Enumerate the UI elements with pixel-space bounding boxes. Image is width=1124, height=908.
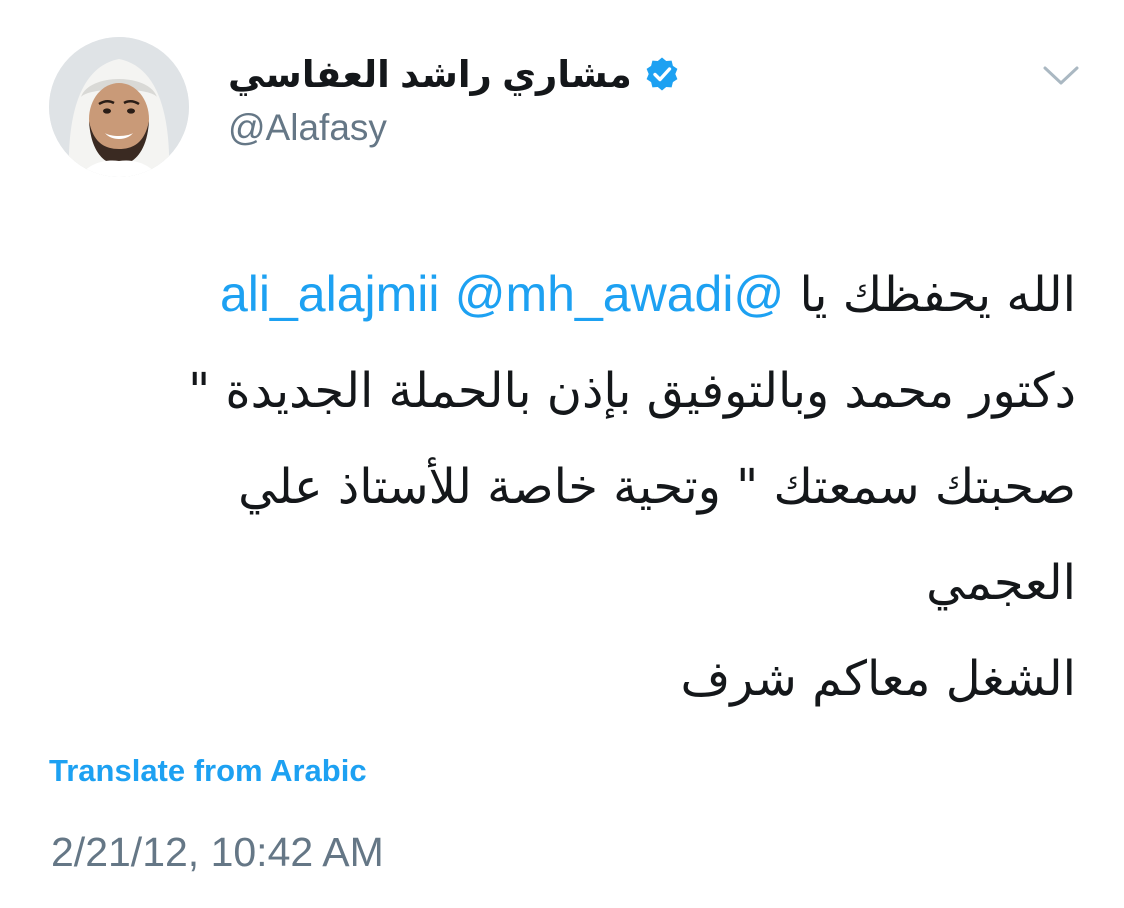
tweet-text: الله يحفظك يا @ali_alajmii @mh_awadi دكت…	[46, 246, 1076, 727]
avatar-image	[49, 37, 189, 177]
user-handle[interactable]: @Alafasy	[228, 106, 387, 150]
tweet-line-5: الشغل معاكم شرف	[680, 651, 1076, 707]
avatar[interactable]	[49, 37, 189, 177]
display-name-row[interactable]: مشاري راشد العفاسي	[228, 46, 680, 102]
mention-link[interactable]: @mh_awadi	[455, 266, 734, 322]
tweet-line-1-text: الله يحفظك يا	[784, 267, 1076, 323]
tweet-timestamp[interactable]: 2/21/12, 10:42 AM	[51, 828, 384, 877]
display-name[interactable]: مشاري راشد العفاسي	[228, 56, 632, 93]
chevron-down-icon[interactable]	[1041, 62, 1081, 90]
verified-badge-icon	[644, 56, 680, 92]
tweet-line-4: العجمي	[926, 555, 1076, 611]
tweet-line-2: دكتور محمد وبالتوفيق بإذن بالحملة الجديد…	[188, 363, 1076, 419]
translate-link[interactable]: Translate from Arabic	[49, 752, 367, 789]
tweet-line-3: صحبتك سمعتك " وتحية خاصة للأستاذ علي	[238, 459, 1076, 515]
tweet-line-1: الله يحفظك يا @ali_alajmii @mh_awadi	[46, 246, 1076, 343]
